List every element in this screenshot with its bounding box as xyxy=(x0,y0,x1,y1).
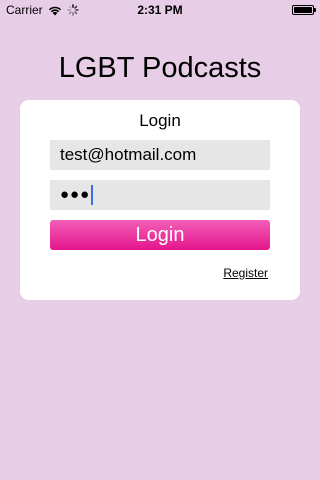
register-link[interactable]: Register xyxy=(223,266,268,280)
text-caret xyxy=(91,185,94,205)
status-time: 2:31 PM xyxy=(137,3,183,17)
app-title: LGBT Podcasts xyxy=(58,52,262,84)
email-value: test@hotmail.com xyxy=(60,145,197,164)
login-card-title: Login xyxy=(139,111,181,130)
battery-fill xyxy=(294,7,312,13)
login-button[interactable]: Login xyxy=(50,220,270,250)
battery-icon xyxy=(292,5,316,15)
status-bar: Carrier 2:31 PM xyxy=(0,0,320,20)
password-field[interactable]: ●●● xyxy=(50,180,270,210)
login-card: Login test@hotmail.com ●●● Login Registe… xyxy=(20,100,300,300)
password-masked-value: ●●● xyxy=(60,186,91,203)
battery-tip xyxy=(314,8,316,12)
email-field[interactable]: test@hotmail.com xyxy=(50,140,270,170)
